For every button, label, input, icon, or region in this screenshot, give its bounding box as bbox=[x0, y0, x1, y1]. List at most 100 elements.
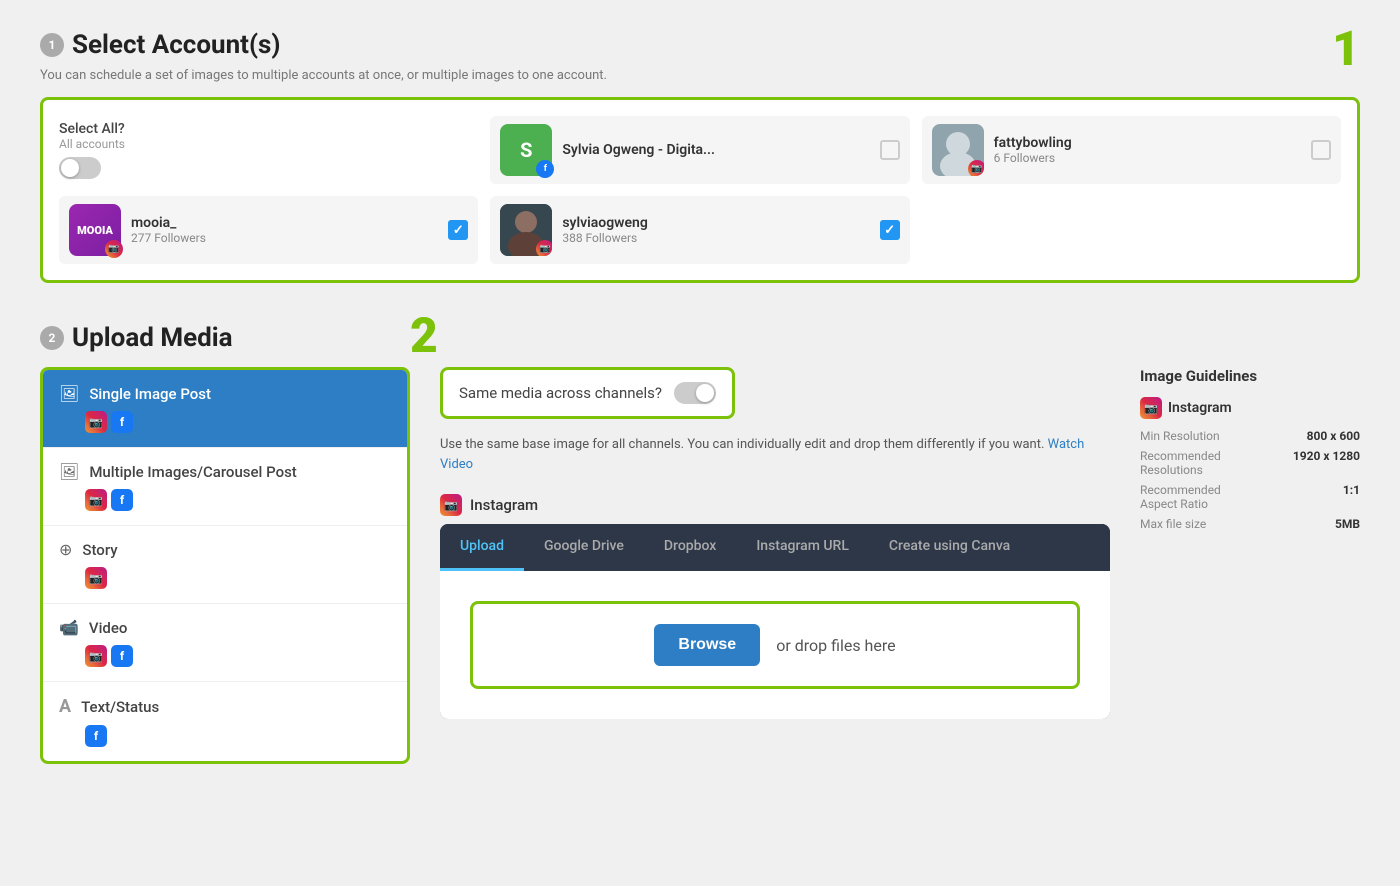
tab-upload[interactable]: Upload bbox=[440, 524, 524, 571]
tab-dropbox[interactable]: Dropbox bbox=[644, 524, 736, 571]
right-area: Same media across channels? Use the same… bbox=[440, 367, 1360, 719]
text-label: Text/Status bbox=[81, 698, 159, 716]
checkbox-mooia[interactable] bbox=[448, 220, 468, 240]
single-image-label: Single Image Post bbox=[89, 385, 211, 403]
ig-icon-multiple: 📷 bbox=[85, 489, 107, 511]
avatar-sylviaogweng: 📷 bbox=[500, 204, 552, 256]
account-followers-fatty: 6 Followers bbox=[994, 151, 1301, 165]
guideline-label-rec-res: Recommended Resolutions bbox=[1140, 449, 1250, 477]
tab-canva[interactable]: Create using Canva bbox=[869, 524, 1030, 571]
guideline-value-max-size: 5MB bbox=[1250, 517, 1360, 531]
fb-icon-single: f bbox=[111, 411, 133, 433]
media-types-box: 🖼 Single Image Post 📷 f 🖼 Multiple Image… bbox=[40, 367, 410, 764]
drop-text: or drop files here bbox=[776, 636, 895, 655]
description-text: Use the same base image for all channels… bbox=[440, 435, 1110, 474]
video-label: Video bbox=[89, 619, 128, 637]
guideline-platform: 📷 Instagram bbox=[1140, 397, 1360, 419]
text-icon: A bbox=[59, 696, 71, 717]
fb-icon-video: f bbox=[111, 645, 133, 667]
guideline-label-rec-aspect: Recommended Aspect Ratio bbox=[1140, 483, 1250, 511]
platform-badge-instagram-mooia: 📷 bbox=[105, 240, 123, 258]
guideline-row-min-res: Min Resolution 800 x 600 bbox=[1140, 429, 1360, 443]
upload-area: Upload Google Drive Dropbox Instagram UR… bbox=[440, 524, 1110, 719]
story-icon: ⊕ bbox=[59, 540, 72, 559]
fb-icon-text: f bbox=[85, 725, 107, 747]
guideline-row-rec-res: Recommended Resolutions 1920 x 1280 bbox=[1140, 449, 1360, 477]
platform-badge-instagram-sylviaogweng: 📷 bbox=[536, 240, 552, 256]
section-select-accounts: 1 Select Account(s) 1 You can schedule a… bbox=[40, 30, 1360, 283]
ig-icon-video: 📷 bbox=[85, 645, 107, 667]
section1-title: Select Account(s) bbox=[72, 30, 281, 60]
account-info-fatty: fattybowling 6 Followers bbox=[994, 135, 1301, 165]
accounts-box: Select All? All accounts S f Sylvia Ogwe… bbox=[40, 97, 1360, 283]
main-upload-content: Same media across channels? Use the same… bbox=[440, 367, 1110, 719]
account-card-sylvia[interactable]: S f Sylvia Ogweng - Digita... bbox=[490, 116, 909, 184]
section1-subtitle: You can schedule a set of images to mult… bbox=[40, 68, 1360, 83]
media-type-single-image[interactable]: 🖼 Single Image Post 📷 f bbox=[43, 370, 407, 448]
avatar-mooia: MOOIA 📷 bbox=[69, 204, 121, 256]
ig-icon-single: 📷 bbox=[85, 411, 107, 433]
ig-icon-channel: 📷 bbox=[440, 494, 462, 516]
account-card-mooia[interactable]: MOOIA 📷 mooia_ 277 Followers bbox=[59, 196, 478, 264]
guideline-value-min-res: 800 x 600 bbox=[1250, 429, 1360, 443]
section-upload-media: 2 Upload Media 2 🖼 Single Image Post 📷 f bbox=[40, 323, 1360, 764]
dropzone-wrapper: Browse or drop files here 3 bbox=[470, 601, 1080, 689]
tab-instagram-url[interactable]: Instagram URL bbox=[736, 524, 869, 571]
same-media-toggle[interactable] bbox=[674, 382, 716, 404]
account-name-fatty: fattybowling bbox=[994, 135, 1301, 151]
guideline-value-rec-res: 1920 x 1280 bbox=[1250, 449, 1360, 477]
account-name-sylviaogweng: sylviaogweng bbox=[562, 215, 869, 231]
checkbox-sylviaogweng[interactable] bbox=[880, 220, 900, 240]
media-type-multiple-images[interactable]: 🖼 Multiple Images/Carousel Post 📷 f bbox=[43, 448, 407, 526]
single-image-icon: 🖼 bbox=[59, 384, 79, 403]
account-followers-mooia: 277 Followers bbox=[131, 231, 438, 245]
select-all-cell: Select All? All accounts bbox=[59, 116, 478, 184]
guideline-row-rec-aspect: Recommended Aspect Ratio 1:1 bbox=[1140, 483, 1360, 511]
guideline-label-max-size: Max file size bbox=[1140, 517, 1250, 531]
section2-header: 2 Upload Media bbox=[40, 323, 1360, 353]
checkbox-fatty[interactable] bbox=[1311, 140, 1331, 160]
green-label-1: 1 bbox=[1332, 20, 1360, 77]
story-label: Story bbox=[82, 541, 117, 559]
upload-dropzone: Browse or drop files here 3 bbox=[440, 571, 1110, 719]
account-card-fatty[interactable]: 📷 fattybowling 6 Followers bbox=[922, 116, 1341, 184]
channel-name: Instagram bbox=[470, 496, 538, 514]
ig-icon-story: 📷 bbox=[85, 567, 107, 589]
platform-badge-facebook: f bbox=[536, 160, 554, 178]
platform-badge-instagram-fatty: 📷 bbox=[968, 160, 984, 176]
fb-icon-multiple: f bbox=[111, 489, 133, 511]
tab-google-drive[interactable]: Google Drive bbox=[524, 524, 644, 571]
video-icon: 📹 bbox=[59, 618, 79, 637]
account-followers-sylviaogweng: 388 Followers bbox=[562, 231, 869, 245]
checkbox-sylvia[interactable] bbox=[880, 140, 900, 160]
channel-header: 📷 Instagram bbox=[440, 494, 1110, 516]
select-all-toggle[interactable] bbox=[59, 157, 101, 179]
step1-badge: 1 bbox=[40, 33, 64, 57]
browse-button[interactable]: Browse bbox=[654, 624, 760, 666]
media-type-video[interactable]: 📹 Video 📷 f bbox=[43, 604, 407, 682]
section1-header: 1 Select Account(s) 1 bbox=[40, 30, 1360, 60]
guidelines-panel: Image Guidelines 📷 Instagram Min Resolut… bbox=[1140, 367, 1360, 719]
account-info-sylviaogweng: sylviaogweng 388 Followers bbox=[562, 215, 869, 245]
media-type-text-status[interactable]: A Text/Status f bbox=[43, 682, 407, 761]
media-type-story[interactable]: ⊕ Story 📷 bbox=[43, 526, 407, 604]
account-name-mooia: mooia_ bbox=[131, 215, 438, 231]
multiple-images-icon: 🖼 bbox=[59, 462, 79, 481]
green-label-2: 2 bbox=[410, 307, 438, 364]
guideline-label-min-res: Min Resolution bbox=[1140, 429, 1250, 443]
select-all-sub: All accounts bbox=[59, 137, 478, 151]
guideline-row-max-size: Max file size 5MB bbox=[1140, 517, 1360, 531]
account-card-sylviaogweng[interactable]: 📷 sylviaogweng 388 Followers bbox=[490, 196, 909, 264]
same-media-box: Same media across channels? bbox=[440, 367, 735, 419]
select-all-label: Select All? bbox=[59, 121, 478, 137]
account-name-sylvia: Sylvia Ogweng - Digita... bbox=[562, 142, 869, 158]
media-types-panel: 🖼 Single Image Post 📷 f 🖼 Multiple Image… bbox=[40, 367, 410, 764]
same-media-label: Same media across channels? bbox=[459, 384, 662, 402]
guideline-platform-name: Instagram bbox=[1168, 400, 1232, 416]
section2-title: Upload Media bbox=[72, 323, 233, 353]
dropzone-inner[interactable]: Browse or drop files here bbox=[470, 601, 1080, 689]
upload-tabs: Upload Google Drive Dropbox Instagram UR… bbox=[440, 524, 1110, 571]
guideline-value-rec-aspect: 1:1 bbox=[1250, 483, 1360, 511]
avatar-fatty: 📷 bbox=[932, 124, 984, 176]
guidelines-title: Image Guidelines bbox=[1140, 367, 1360, 385]
